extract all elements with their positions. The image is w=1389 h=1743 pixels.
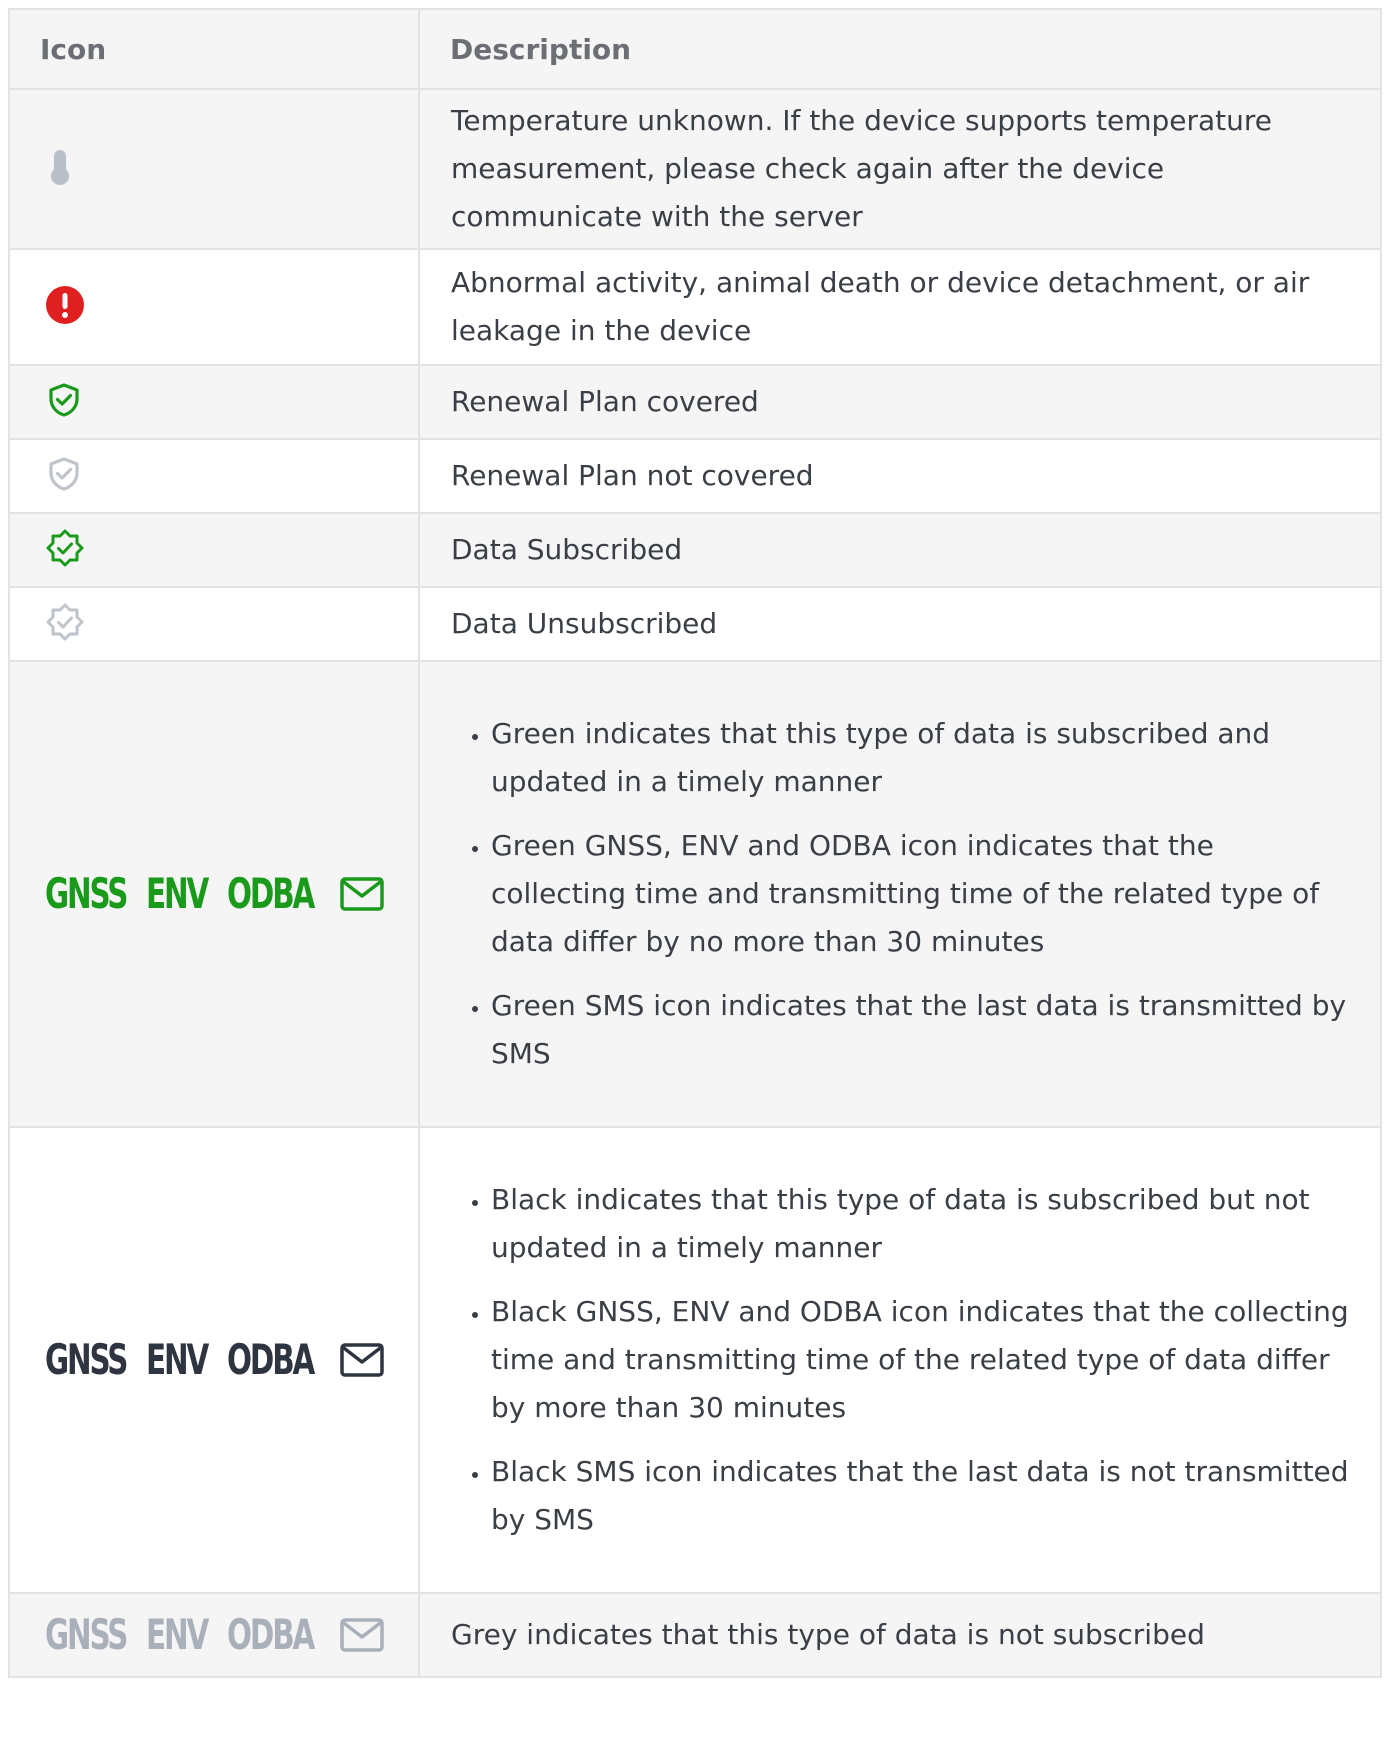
gnss-badge: GNSS bbox=[45, 1335, 128, 1384]
badge-check-icon bbox=[45, 602, 85, 642]
list-item: Green GNSS, ENV and ODBA icon indicates … bbox=[491, 822, 1350, 966]
table-row: Abnormal activity, animal death or devic… bbox=[8, 248, 1382, 366]
icon-legend-table: Icon Description Temperature unknown. If… bbox=[8, 8, 1382, 1678]
table-row: Renewal Plan covered bbox=[8, 364, 1382, 440]
shield-check-icon bbox=[45, 381, 83, 419]
list-item: Black SMS icon indicates that the last d… bbox=[491, 1448, 1350, 1544]
table-row: Data Unsubscribed bbox=[8, 586, 1382, 662]
table-row: Temperature unknown. If the device suppo… bbox=[8, 88, 1382, 250]
exclamation-circle-icon bbox=[45, 285, 85, 325]
table-row: Data Subscribed bbox=[8, 512, 1382, 588]
row-description: Renewal Plan covered bbox=[418, 364, 1382, 440]
status-badges-grey: GNSS ENV ODBA bbox=[45, 1614, 418, 1656]
shield-check-icon bbox=[45, 455, 83, 493]
table-header-row: Icon Description bbox=[8, 8, 1382, 90]
table-row: GNSS ENV ODBA Green indicates that this … bbox=[8, 660, 1382, 1128]
row-description: Abnormal activity, animal death or devic… bbox=[418, 248, 1382, 366]
list-item: Green indicates that this type of data i… bbox=[491, 710, 1350, 806]
status-badges-green: GNSS ENV ODBA bbox=[45, 873, 418, 915]
green-bullet-list: Green indicates that this type of data i… bbox=[451, 710, 1350, 1078]
badge-check-icon bbox=[45, 528, 85, 568]
env-badge: ENV bbox=[146, 1335, 209, 1384]
gnss-badge: GNSS bbox=[45, 869, 128, 918]
odba-badge: ODBA bbox=[227, 1335, 315, 1384]
list-item: Black GNSS, ENV and ODBA icon indicates … bbox=[491, 1288, 1350, 1432]
env-badge: ENV bbox=[146, 1610, 209, 1659]
row-description: Temperature unknown. If the device suppo… bbox=[418, 88, 1382, 250]
row-description: Renewal Plan not covered bbox=[418, 438, 1382, 514]
row-description: Data Subscribed bbox=[418, 512, 1382, 588]
table-row: GNSS ENV ODBA Grey indicates that this t… bbox=[8, 1592, 1382, 1678]
mail-icon bbox=[339, 1617, 385, 1653]
list-item: Green SMS icon indicates that the last d… bbox=[491, 982, 1350, 1078]
icon-column-header: Icon bbox=[8, 8, 420, 90]
odba-badge: ODBA bbox=[227, 1610, 315, 1659]
env-badge: ENV bbox=[146, 869, 209, 918]
gnss-badge: GNSS bbox=[45, 1610, 128, 1659]
mail-icon bbox=[339, 1342, 385, 1378]
thermometer-icon bbox=[45, 147, 75, 187]
table-row: Renewal Plan not covered bbox=[8, 438, 1382, 514]
status-badges-black: GNSS ENV ODBA bbox=[45, 1339, 418, 1381]
black-bullet-list: Black indicates that this type of data i… bbox=[451, 1176, 1350, 1544]
description-column-header: Description bbox=[418, 8, 1382, 90]
list-item: Black indicates that this type of data i… bbox=[491, 1176, 1350, 1272]
mail-icon bbox=[339, 876, 385, 912]
row-description: Grey indicates that this type of data is… bbox=[418, 1592, 1382, 1678]
row-description: Data Unsubscribed bbox=[418, 586, 1382, 662]
table-row: GNSS ENV ODBA Black indicates that this … bbox=[8, 1126, 1382, 1594]
odba-badge: ODBA bbox=[227, 869, 315, 918]
